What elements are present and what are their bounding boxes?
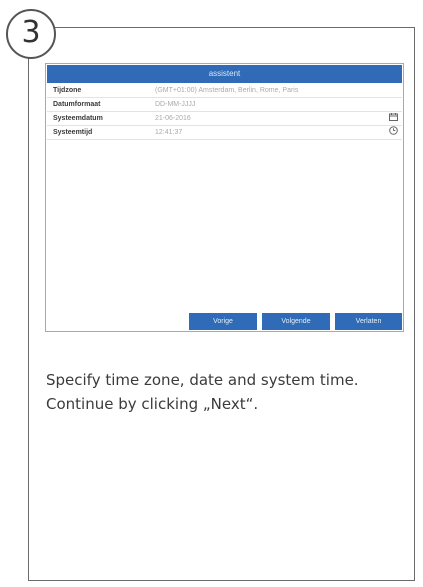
system-time-field[interactable]: 12:41:37 xyxy=(155,126,182,139)
clock-icon[interactable] xyxy=(389,126,398,139)
timezone-row[interactable]: Tijdzone (GMT+01:00) Amsterdam, Berlin, … xyxy=(47,84,402,98)
system-date-field[interactable]: 21-06-2016 xyxy=(155,112,191,125)
step-number: 3 xyxy=(6,9,56,59)
date-format-row[interactable]: Datumformaat DD-MM-JJJJ xyxy=(47,98,402,112)
timezone-label: Tijdzone xyxy=(53,87,82,94)
instruction-text: Specify time zone, date and system time.… xyxy=(46,371,359,413)
calendar-icon[interactable] xyxy=(389,112,398,125)
system-time-row[interactable]: Systeemtijd 12:41:37 xyxy=(47,126,402,140)
dialog-title: assistent xyxy=(47,65,402,83)
system-date-label: Systeemdatum xyxy=(53,115,103,122)
next-button[interactable]: Volgende xyxy=(262,313,330,330)
date-format-label: Datumformaat xyxy=(53,101,101,108)
exit-button[interactable]: Verlaten xyxy=(335,313,402,330)
date-format-select[interactable]: DD-MM-JJJJ xyxy=(155,98,195,111)
previous-button[interactable]: Vorige xyxy=(189,313,257,330)
system-date-row[interactable]: Systeemdatum 21-06-2016 xyxy=(47,112,402,126)
wizard-dialog: assistent Tijdzone (GMT+01:00) Amsterdam… xyxy=(45,63,404,332)
system-time-label: Systeemtijd xyxy=(53,129,93,136)
timezone-select[interactable]: (GMT+01:00) Amsterdam, Berlin, Rome, Par… xyxy=(155,84,298,97)
